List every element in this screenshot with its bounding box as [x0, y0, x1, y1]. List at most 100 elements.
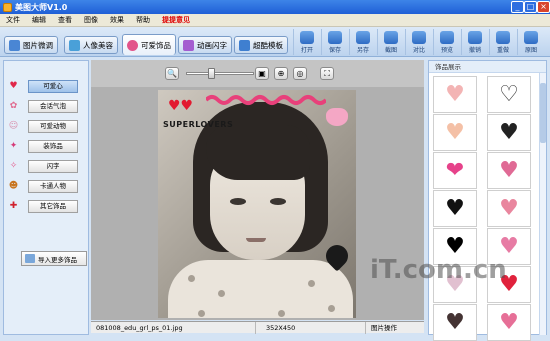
decoration-thumb[interactable]: ❤ [433, 152, 477, 189]
heart-decoration-icon: ♥ [499, 195, 519, 221]
decoration-thumb[interactable]: ♥ [487, 304, 531, 341]
menu-help[interactable]: 帮助 [130, 15, 156, 25]
button-label: 打开 [300, 47, 313, 54]
menu-edit[interactable]: 编辑 [26, 15, 52, 25]
category-cute-hearts[interactable]: ♥ 可爱心 [7, 79, 87, 94]
menu-image[interactable]: 图像 [78, 15, 104, 25]
heart-decoration-icon: ♥ [445, 309, 465, 335]
title-bar: 美图大师V1.0 _ □ × [0, 0, 550, 14]
template-icon [239, 39, 250, 51]
save-button[interactable]: 保存 [321, 29, 348, 55]
button-label: 截图 [384, 47, 397, 54]
tab-label: 人像美容 [83, 40, 113, 50]
tab-label: 图片微调 [23, 40, 53, 50]
crop-button[interactable]: 截图 [377, 29, 404, 55]
menu-effects[interactable]: 效果 [104, 15, 130, 25]
decoration-thumb[interactable]: ♥ [433, 76, 477, 113]
tab-cool-templates[interactable]: 超酷模板 [234, 36, 288, 54]
tab-cute-decorations[interactable]: 可爱饰品 [122, 34, 176, 55]
button-label: 对比 [412, 47, 425, 54]
tab-animated-text[interactable]: 动画闪字 [178, 36, 232, 54]
photo-mouth [246, 238, 266, 242]
original-image-icon [524, 31, 538, 44]
tab-label: 可爱饰品 [141, 40, 171, 50]
menu-view[interactable]: 查看 [52, 15, 78, 25]
zoom-slider-thumb[interactable] [207, 68, 215, 79]
button-label: 另存 [356, 47, 369, 54]
animated-text-icon [183, 39, 194, 51]
photo-canvas[interactable]: ♥♥ SUPERLOVERS [158, 90, 356, 318]
compare-icon [412, 31, 426, 44]
portrait-icon [69, 39, 80, 51]
button-label: 预览 [440, 47, 453, 54]
tab-label: 超酷模板 [253, 40, 283, 50]
gift-icon: ✚ [9, 201, 18, 211]
zoom-bar: 🔍 ▣ ⊕ ◎ ⛶ [91, 60, 424, 87]
undo-button[interactable]: 撤销 [461, 29, 488, 55]
heart-decoration-icon: ♥ [445, 195, 465, 221]
wave-headband-sticker[interactable] [206, 94, 326, 106]
decoration-gallery: 饰品展示 ♥ ♡ ♥ ♥ ❤ ♥ ♥ ♥ ♥ ♥ ♥ ♥ ♥ ♥ [428, 60, 547, 341]
status-bar: 081008_edu_grl_ps_01.jpg 352X450 图片操作 [91, 321, 424, 334]
decoration-thumb[interactable]: ♥ [433, 190, 477, 227]
heart-decoration-icon: ♥ [499, 157, 519, 183]
save-as-icon [356, 31, 370, 44]
fullscreen-icon[interactable]: ⛶ [320, 67, 334, 80]
minimize-button[interactable]: _ [511, 1, 524, 13]
category-cartoon-people[interactable]: ☻ 卡通人物 [7, 179, 87, 194]
app-icon [3, 2, 12, 12]
decoration-thumb[interactable]: ♡ [487, 76, 531, 113]
zoom-slider-track[interactable] [186, 72, 254, 75]
category-other-decorations[interactable]: ✚ 其它饰品 [7, 199, 87, 214]
menu-file[interactable]: 文件 [0, 15, 26, 25]
photo-fringe [206, 125, 310, 180]
gallery-scroll-thumb[interactable] [540, 83, 546, 143]
superlovers-sticker[interactable]: SUPERLOVERS [163, 120, 233, 129]
heart-decoration-icon: ❤ [445, 157, 465, 183]
close-button[interactable]: × [537, 1, 550, 13]
maximize-button[interactable]: □ [524, 1, 537, 13]
original-button[interactable]: 原图 [517, 29, 544, 55]
compare-button[interactable]: 对比 [405, 29, 432, 55]
category-label: 装饰品 [28, 140, 78, 153]
fit-window-icon[interactable]: ▣ [255, 67, 269, 80]
category-ornaments[interactable]: ✦ 装饰品 [7, 139, 87, 154]
save-as-button[interactable]: 另存 [349, 29, 376, 55]
category-sparkle-text[interactable]: ✧ 闪字 [7, 159, 87, 174]
button-label: 导入更多饰品 [38, 255, 77, 264]
heart-icon: ♥ [9, 81, 18, 91]
actual-size-icon[interactable]: ⊕ [274, 67, 288, 80]
crop-icon [384, 31, 398, 44]
button-label: 撤销 [468, 47, 481, 54]
category-speech-bubbles[interactable]: ✿ 会话气泡 [7, 99, 87, 114]
heart-sticker[interactable]: ♥♥ [168, 98, 193, 114]
menu-feedback[interactable]: 提提意见 [156, 15, 196, 25]
open-button[interactable]: 打开 [293, 29, 320, 55]
heart-decoration-icon: ♡ [499, 81, 519, 107]
menu-bar: 文件 编辑 查看 图像 效果 帮助 提提意见 [0, 14, 550, 27]
decoration-thumb[interactable]: ♥ [487, 190, 531, 227]
category-cute-animals[interactable]: ☺ 可爱动物 [7, 119, 87, 134]
redo-button[interactable]: 重做 [489, 29, 516, 55]
photo-adjust-icon [9, 39, 20, 51]
preview-button[interactable]: 预览 [433, 29, 460, 55]
decoration-thumb[interactable]: ♥ [433, 114, 477, 151]
tab-photo-adjust[interactable]: 图片微调 [4, 36, 58, 54]
decoration-thumb[interactable]: ♥ [433, 304, 477, 341]
toolbar: 图片微调 人像美容 可爱饰品 动画闪字 超酷模板 打开 保存 另存 截图 对比 … [0, 27, 550, 57]
zoom-out-icon[interactable]: 🔍 [165, 67, 179, 80]
category-label: 其它饰品 [28, 200, 78, 213]
photo-eye [230, 198, 246, 205]
bow-sticker[interactable] [326, 108, 348, 126]
import-more-decorations-button[interactable]: 导入更多饰品 [21, 251, 87, 266]
sparkle-text-icon: ✧ [9, 161, 18, 171]
navigator-icon[interactable]: ◎ [293, 67, 307, 80]
app-title: 美图大师V1.0 [15, 2, 68, 12]
decoration-thumb[interactable]: ♥ [487, 114, 531, 151]
category-label: 会话气泡 [28, 100, 78, 113]
tab-portrait-beauty[interactable]: 人像美容 [64, 36, 118, 54]
heart-decoration-icon: ♥ [445, 119, 465, 145]
gallery-scrollbar[interactable] [539, 73, 546, 335]
decoration-thumb[interactable]: ♥ [487, 152, 531, 189]
status-filename: 081008_edu_grl_ps_01.jpg [91, 321, 256, 334]
